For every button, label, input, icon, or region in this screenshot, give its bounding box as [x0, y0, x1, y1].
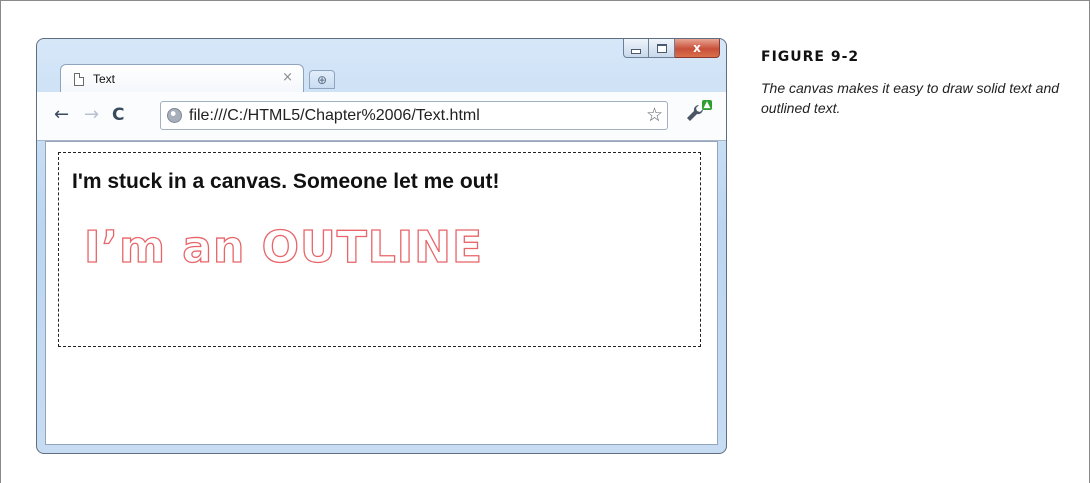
bookmark-star-icon[interactable]: ☆	[646, 104, 663, 126]
reload-icon[interactable]: C	[112, 105, 124, 125]
plus-icon: ⊕	[316, 72, 328, 87]
maximize-button[interactable]	[649, 39, 675, 58]
minimize-icon	[631, 48, 641, 54]
solid-canvas-text: I'm stuck in a canvas. Someone let me ou…	[72, 170, 500, 193]
maximize-icon	[656, 43, 667, 53]
new-tab-button[interactable]: ⊕	[309, 70, 335, 89]
canvas-element: I'm stuck in a canvas. Someone let me ou…	[58, 152, 701, 347]
address-text[interactable]: file:///C:/HTML5/Chapter%2006/Text.html	[189, 107, 480, 125]
toolbar: ← → C file:///C:/HTML5/Chapter%2006/Text…	[37, 92, 726, 141]
globe-icon	[167, 108, 182, 123]
browser-window: x Text × ⊕ ← → C file:///C:/HTML5/Chapte…	[36, 38, 727, 454]
figure-caption: The canvas makes it easy to draw solid t…	[761, 80, 1060, 116]
page-viewport: I'm stuck in a canvas. Someone let me ou…	[45, 141, 718, 445]
tab-close-icon[interactable]: ×	[282, 70, 293, 85]
window-controls: x	[623, 39, 720, 59]
close-icon: x	[693, 41, 701, 55]
forward-icon[interactable]: →	[84, 105, 99, 125]
back-icon[interactable]: ←	[54, 105, 69, 125]
figure-label: FIGURE 9-2	[761, 49, 860, 65]
browser-tab[interactable]: Text ×	[60, 64, 304, 92]
minimize-button[interactable]	[623, 39, 649, 58]
update-arrow-icon: ▲	[702, 100, 712, 110]
close-window-button[interactable]: x	[675, 39, 720, 58]
page-icon	[74, 73, 84, 86]
address-bar[interactable]: file:///C:/HTML5/Chapter%2006/Text.html …	[160, 101, 668, 130]
outlined-canvas-text: I’m an OUTLINE	[83, 221, 484, 273]
tab-title: Text	[93, 72, 116, 86]
